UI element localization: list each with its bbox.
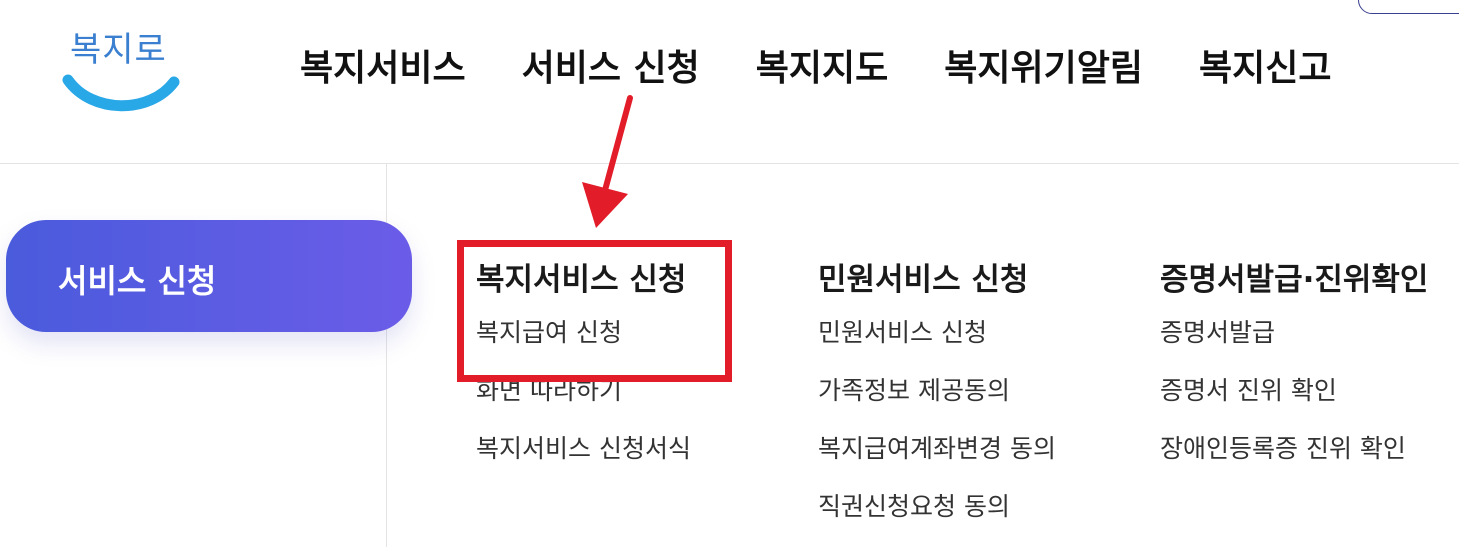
sidebar-item-label: 서비스 신청 xyxy=(58,262,217,300)
menu-link-certificate-verify[interactable]: 증명서 진위 확인 xyxy=(1160,376,1428,434)
nav-item-welfare-service[interactable]: 복지서비스 xyxy=(300,44,466,94)
top-header: 복지로 복지서비스 서비스 신청 복지지도 복지위기알림 복지신고 xyxy=(0,0,1459,164)
logo[interactable]: 복지로 xyxy=(58,18,188,118)
nav-item-welfare-report[interactable]: 복지신고 xyxy=(1199,44,1331,94)
sidebar-divider xyxy=(386,164,387,547)
menu-column-civil-apply: 민원서비스 신청 민원서비스 신청 가족정보 제공동의 복지급여계좌변경 동의 … xyxy=(818,258,1056,547)
menu-link-account-change-consent[interactable]: 복지급여계좌변경 동의 xyxy=(818,434,1056,492)
menu-column-certificate: 증명서발급·진위확인 증명서발급 증명서 진위 확인 장애인등록증 진위 확인 xyxy=(1160,258,1428,492)
sidebar-item-service-apply[interactable]: 서비스 신청 xyxy=(6,220,412,332)
nav-item-welfare-map[interactable]: 복지지도 xyxy=(756,44,888,94)
top-right-button[interactable] xyxy=(1358,0,1459,14)
menu-column-title[interactable]: 복지서비스 신청 xyxy=(476,258,691,302)
menu-link-ex-officio-consent[interactable]: 직권신청요청 동의 xyxy=(818,492,1056,547)
menu-link-civil-service-apply[interactable]: 민원서비스 신청 xyxy=(818,318,1056,376)
menu-link-apply-forms[interactable]: 복지서비스 신청서식 xyxy=(476,434,691,492)
red-arrow-annotation xyxy=(582,95,633,228)
menu-link-screen-guide[interactable]: 화면 따라하기 xyxy=(476,376,691,434)
nav-item-service-apply[interactable]: 서비스 신청 xyxy=(522,44,700,94)
menu-link-family-info-consent[interactable]: 가족정보 제공동의 xyxy=(818,376,1056,434)
menu-column-title[interactable]: 증명서발급·진위확인 xyxy=(1160,258,1428,302)
menu-column-title[interactable]: 민원서비스 신청 xyxy=(818,258,1056,302)
menu-link-disability-card-verify[interactable]: 장애인등록증 진위 확인 xyxy=(1160,434,1428,492)
nav-item-crisis-alert[interactable]: 복지위기알림 xyxy=(944,44,1143,94)
smile-logo-icon xyxy=(62,74,180,112)
menu-link-certificate-issue[interactable]: 증명서발급 xyxy=(1160,318,1428,376)
main-nav: 복지서비스 서비스 신청 복지지도 복지위기알림 복지신고 xyxy=(300,44,1331,94)
menu-column-welfare-apply: 복지서비스 신청 복지급여 신청 화면 따라하기 복지서비스 신청서식 xyxy=(476,258,691,492)
menu-link-welfare-benefit-apply[interactable]: 복지급여 신청 xyxy=(476,318,691,376)
